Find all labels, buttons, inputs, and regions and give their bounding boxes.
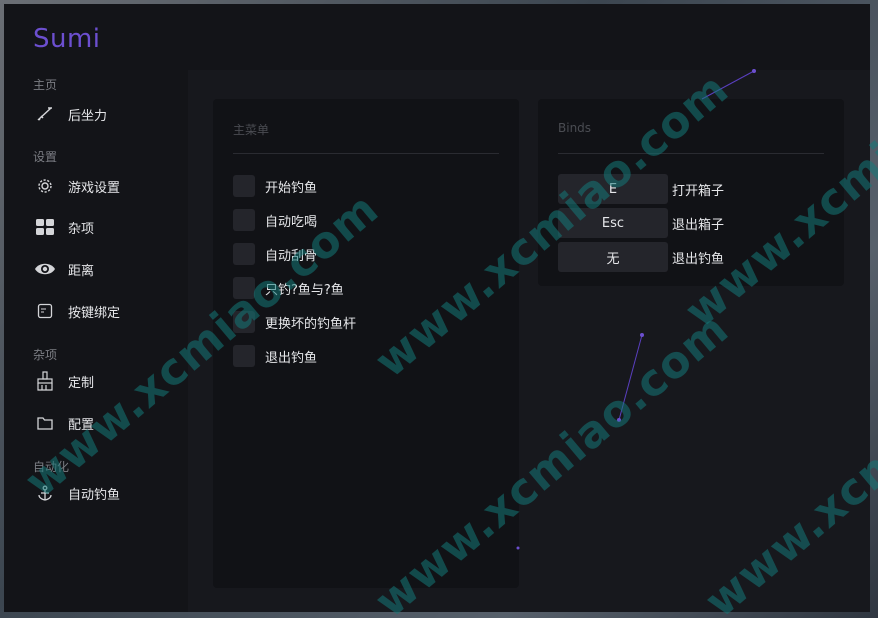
keyboard-key-icon bbox=[34, 300, 56, 322]
sidebar-item-label: 定制 bbox=[68, 375, 95, 391]
brand-title: Sumi bbox=[33, 24, 101, 54]
bind-label: 退出钓鱼 bbox=[672, 251, 725, 267]
sidebar-item-recoil[interactable]: 后坐力 bbox=[34, 100, 184, 128]
bind-label: 退出箱子 bbox=[672, 217, 725, 233]
section-title-settings: 设置 bbox=[33, 150, 58, 164]
gear-icon bbox=[34, 175, 56, 197]
sidebar-item-label: 杂项 bbox=[68, 221, 95, 237]
sidebar-item-keybinds[interactable]: 按键绑定 bbox=[34, 297, 184, 325]
sidebar-item-auto-fishing[interactable]: 自动钓鱼 bbox=[34, 479, 184, 507]
app-window: Sumi 主页 后坐力 设置 游戏设置 杂项 距离 按键绑定 杂项 定制 配置 … bbox=[4, 4, 870, 612]
checkbox[interactable] bbox=[233, 277, 255, 299]
panel-divider bbox=[558, 153, 824, 154]
bind-key-button[interactable]: E bbox=[558, 174, 668, 204]
sidebar-item-label: 自动钓鱼 bbox=[68, 487, 121, 503]
checkbox[interactable] bbox=[233, 345, 255, 367]
panel-title: Binds bbox=[558, 121, 592, 135]
sidebar-item-misc[interactable]: 杂项 bbox=[34, 213, 184, 241]
option-only-fish: 只钓?鱼与?鱼 bbox=[233, 277, 344, 299]
section-title-home: 主页 bbox=[33, 78, 58, 92]
sidebar-item-label: 后坐力 bbox=[68, 108, 108, 124]
grid-icon bbox=[34, 216, 56, 238]
bind-row-exit-fishing: 无 退出钓鱼 bbox=[558, 242, 724, 272]
option-label: 只钓?鱼与?鱼 bbox=[265, 282, 344, 298]
sidebar-item-game-settings[interactable]: 游戏设置 bbox=[34, 172, 184, 200]
section-title-automation: 自动化 bbox=[33, 460, 70, 474]
sidebar-item-label: 游戏设置 bbox=[68, 180, 121, 196]
sidebar-item-label: 按键绑定 bbox=[68, 305, 121, 321]
rifle-icon bbox=[34, 103, 56, 125]
checkbox[interactable] bbox=[233, 209, 255, 231]
sidebar: Sumi 主页 后坐力 设置 游戏设置 杂项 距离 按键绑定 杂项 定制 配置 … bbox=[4, 4, 188, 612]
sidebar-item-label: 距离 bbox=[68, 263, 95, 279]
binds-panel: Binds E 打开箱子 Esc 退出箱子 无 退出钓鱼 bbox=[538, 99, 844, 286]
option-replace-rod: 更换坏的钓鱼杆 bbox=[233, 311, 356, 333]
option-auto-scrape: 自动刮骨 bbox=[233, 243, 317, 265]
option-label: 自动吃喝 bbox=[265, 214, 318, 230]
option-auto-eat-drink: 自动吃喝 bbox=[233, 209, 317, 231]
option-label: 更换坏的钓鱼杆 bbox=[265, 316, 357, 332]
option-label: 开始钓鱼 bbox=[265, 180, 318, 196]
sidebar-item-config[interactable]: 配置 bbox=[34, 409, 184, 437]
folder-icon bbox=[34, 412, 56, 434]
panel-title: 主菜单 bbox=[233, 123, 270, 137]
bind-row-exit-box: Esc 退出箱子 bbox=[558, 208, 724, 238]
panel-divider bbox=[233, 153, 499, 154]
option-label: 退出钓鱼 bbox=[265, 350, 318, 366]
option-start-fishing: 开始钓鱼 bbox=[233, 175, 317, 197]
section-title-misc: 杂项 bbox=[33, 348, 58, 362]
checkbox[interactable] bbox=[233, 243, 255, 265]
option-exit-fishing: 退出钓鱼 bbox=[233, 345, 317, 367]
paint-brush-icon bbox=[34, 370, 56, 392]
bind-label: 打开箱子 bbox=[672, 183, 725, 199]
main-menu-panel: 主菜单 开始钓鱼 自动吃喝 自动刮骨 只钓?鱼与?鱼 更换坏的钓鱼杆 退出钓鱼 bbox=[213, 99, 519, 588]
bind-row-open-box: E 打开箱子 bbox=[558, 174, 724, 204]
content-area: 主菜单 开始钓鱼 自动吃喝 自动刮骨 只钓?鱼与?鱼 更换坏的钓鱼杆 退出钓鱼 … bbox=[188, 70, 870, 612]
option-label: 自动刮骨 bbox=[265, 248, 318, 264]
eye-icon bbox=[34, 258, 56, 280]
checkbox[interactable] bbox=[233, 175, 255, 197]
sidebar-item-distance[interactable]: 距离 bbox=[34, 255, 184, 283]
bind-key-button[interactable]: Esc bbox=[558, 208, 668, 238]
anchor-icon bbox=[34, 482, 56, 504]
sidebar-item-customize[interactable]: 定制 bbox=[34, 367, 184, 395]
bind-key-button[interactable]: 无 bbox=[558, 242, 668, 272]
sidebar-item-label: 配置 bbox=[68, 417, 95, 433]
checkbox[interactable] bbox=[233, 311, 255, 333]
